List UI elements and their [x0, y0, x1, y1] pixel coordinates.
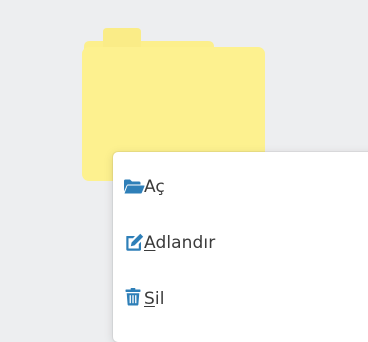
- folder-open-icon: [124, 179, 145, 194]
- menu-item-delete-label: Sil: [144, 289, 165, 309]
- menu-item-open[interactable]: Aç: [113, 169, 368, 205]
- menu-item-rename[interactable]: Adlandır: [113, 225, 368, 261]
- menu-item-delete[interactable]: Sil: [113, 281, 368, 317]
- menu-item-open-label: Aç: [144, 177, 165, 197]
- folder-tab-top: [103, 28, 141, 47]
- edit-icon: [126, 233, 144, 251]
- menu-item-rename-label: Adlandır: [144, 233, 216, 253]
- context-menu: Aç Adlandır Sil: [113, 152, 368, 342]
- trash-icon: [125, 288, 141, 306]
